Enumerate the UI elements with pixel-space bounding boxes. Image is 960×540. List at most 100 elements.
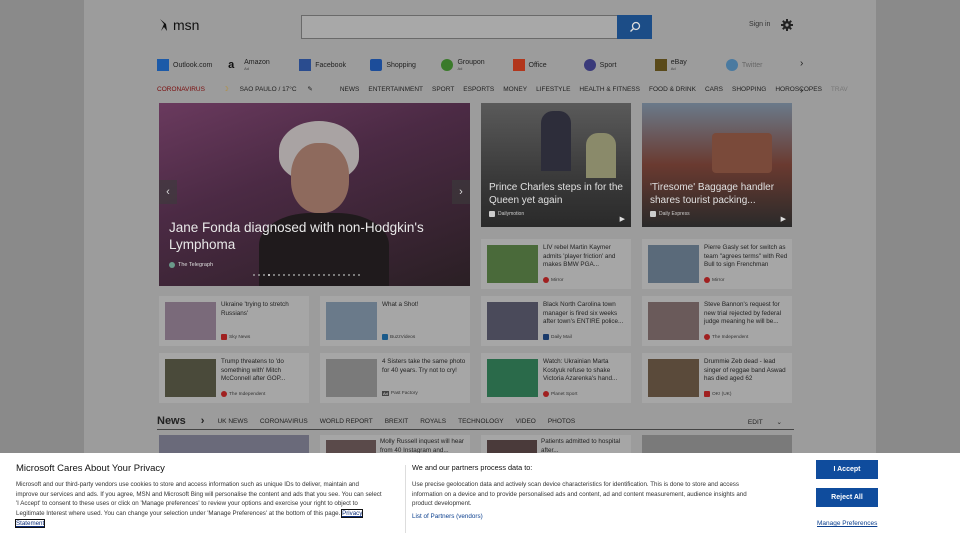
news-tab-video[interactable]: VIDEO: [516, 418, 536, 425]
settings-button[interactable]: [781, 18, 793, 36]
story-card[interactable]: Steve Bannon's request for new trial rej…: [642, 296, 792, 346]
quicklink-facebook[interactable]: Facebook: [299, 56, 370, 74]
quicklinks-next-arrow[interactable]: ›: [800, 58, 803, 69]
quicklink-office[interactable]: Office: [512, 56, 584, 74]
story-card[interactable]: Drummie Zeb dead - lead singer of reggae…: [642, 353, 792, 403]
carousel-dot-active[interactable]: [268, 274, 270, 276]
news-tab-photos[interactable]: PHOTOS: [548, 418, 575, 425]
quicklink-amazon[interactable]: a Amazon Ad: [228, 56, 299, 74]
reject-all-button[interactable]: Reject All: [816, 488, 878, 507]
carousel-dot[interactable]: [313, 274, 315, 276]
amazon-icon: a: [228, 59, 235, 71]
news-tab-world-report[interactable]: WORLD REPORT: [320, 418, 373, 425]
carousel-dot[interactable]: [288, 274, 290, 276]
carousel-dot[interactable]: [353, 274, 355, 276]
weather-text: SAO PAULO / 17°C: [239, 86, 297, 93]
news-tab-royals[interactable]: ROYALS: [420, 418, 446, 425]
nav-food-drink[interactable]: FOOD & DRINK: [649, 86, 696, 93]
news-tab-brexit[interactable]: BREXIT: [385, 418, 408, 425]
carousel-dot[interactable]: [343, 274, 345, 276]
news-story-card[interactable]: Patients admitted to hospital after...: [481, 435, 631, 455]
source-name: The Telegraph: [178, 262, 214, 268]
nav-lifestyle[interactable]: LIFESTYLE: [536, 86, 570, 93]
nav-sport[interactable]: SPORT: [432, 86, 454, 93]
search-button[interactable]: [617, 15, 652, 39]
nav-health-fitness[interactable]: HEALTH & FITNESS: [579, 86, 640, 93]
data-processing-text: Use precise geolocation data and activel…: [412, 481, 747, 508]
source-name: Daily Express: [659, 211, 690, 217]
quicklink-shopping[interactable]: Shopping: [370, 56, 441, 74]
carousel-dot[interactable]: [308, 274, 310, 276]
quicklink-ebay[interactable]: eBay Ad: [654, 56, 726, 74]
story-card[interactable]: LIV rebel Martin Kaymer admits 'player f…: [481, 239, 631, 289]
news-story-card[interactable]: Molly Russell inquest will hear from 40 …: [320, 435, 470, 455]
story-image-figure: [586, 133, 616, 178]
nav-travel[interactable]: TRAV: [831, 86, 848, 93]
weather-widget[interactable]: ☽ SAO PAULO / 17°C ✎: [223, 85, 322, 93]
carousel-dot[interactable]: [358, 274, 360, 276]
quicklink-sport[interactable]: Sport: [583, 56, 655, 74]
story-card[interactable]: Watch: Ukrainian Marta Kostyuk refuse to…: [481, 353, 631, 403]
carousel-dot[interactable]: [303, 274, 305, 276]
nav-horoscopes[interactable]: HOROSCOPES: [775, 86, 822, 93]
carousel-dot[interactable]: [333, 274, 335, 276]
planet-sport-icon: [543, 391, 549, 397]
news-heading[interactable]: News ›: [157, 415, 204, 427]
carousel-dot[interactable]: [293, 274, 295, 276]
sign-in-link[interactable]: Sign in: [749, 21, 770, 28]
story-card[interactable]: Black North Carolina town manager is fir…: [481, 296, 631, 346]
carousel-dot[interactable]: [253, 274, 255, 276]
carousel-next-button[interactable]: ›: [452, 180, 470, 204]
story-card[interactable]: Trump threatens to 'do something with' M…: [159, 353, 309, 403]
search-input[interactable]: [301, 15, 652, 39]
story-baggage-handler[interactable]: 'Tiresome' Baggage handler shares touris…: [642, 103, 792, 227]
quicklink-groupon[interactable]: Groupon Ad: [441, 56, 512, 74]
carousel-dot[interactable]: [318, 274, 320, 276]
hero-headline[interactable]: Jane Fonda diagnosed with non-Hodgkin's …: [169, 219, 459, 253]
carousel-dot[interactable]: [323, 274, 325, 276]
nav-next-arrow[interactable]: ›: [800, 85, 803, 96]
carousel-dot[interactable]: [298, 274, 300, 276]
mirror-icon: [543, 277, 549, 283]
carousel-dot[interactable]: [273, 274, 275, 276]
accept-button[interactable]: I Accept: [816, 460, 878, 479]
source-name: The Independent: [712, 334, 749, 340]
story-card[interactable]: What a Shot! BuzzVideos: [320, 296, 470, 346]
quicklink-outlook[interactable]: Outlook.com: [157, 56, 228, 74]
news-tab-coronavirus[interactable]: CORONAVIRUS: [260, 418, 308, 425]
nav-shopping[interactable]: SHOPPING: [732, 86, 766, 93]
list-of-partners-link[interactable]: List of Partners (vendors): [412, 513, 483, 520]
nav-coronavirus[interactable]: CORONAVIRUS: [157, 86, 205, 93]
privacy-consent-banner: Microsoft Cares About Your Privacy Micro…: [0, 453, 960, 540]
news-tab-technology[interactable]: TECHNOLOGY: [458, 418, 504, 425]
hero-story[interactable]: ‹ › Jane Fonda diagnosed with non-Hodgki…: [159, 103, 470, 286]
news-story-image[interactable]: [159, 435, 309, 455]
quicklink-twitter[interactable]: Twitter: [725, 56, 797, 74]
edit-section-button[interactable]: EDIT ⌄: [748, 418, 782, 426]
nav-esports[interactable]: ESPORTS: [463, 86, 494, 93]
carousel-dot[interactable]: [283, 274, 285, 276]
carousel-dot[interactable]: [278, 274, 280, 276]
carousel-dot[interactable]: [258, 274, 260, 276]
story-card[interactable]: Ukraine 'trying to stretch Russians' Sky…: [159, 296, 309, 346]
nav-entertainment[interactable]: ENTERTAINMENT: [368, 86, 423, 93]
nav-cars[interactable]: CARS: [705, 86, 723, 93]
manage-preferences-link[interactable]: Manage Preferences: [817, 520, 877, 527]
story-prince-charles[interactable]: Prince Charles steps in for the Queen ye…: [481, 103, 631, 227]
msn-logo[interactable]: msn: [158, 17, 199, 33]
carousel-dot[interactable]: [338, 274, 340, 276]
story-thumbnail: [648, 359, 699, 397]
source-name: Mirror: [712, 277, 725, 283]
story-card[interactable]: 4 Sisters take the same photo for 40 yea…: [320, 353, 470, 403]
nav-news[interactable]: NEWS: [340, 86, 360, 93]
carousel-dot[interactable]: [328, 274, 330, 276]
news-tab-uk-news[interactable]: UK NEWS: [217, 418, 247, 425]
news-story-image[interactable]: [642, 435, 792, 455]
daily-express-icon: [650, 211, 656, 217]
carousel-prev-button[interactable]: ‹: [159, 180, 177, 204]
daily-mail-icon: [543, 334, 549, 340]
nav-money[interactable]: MONEY: [503, 86, 527, 93]
story-card[interactable]: Pierre Gasly set for switch as team "agr…: [642, 239, 792, 289]
carousel-dot[interactable]: [263, 274, 265, 276]
carousel-dot[interactable]: [348, 274, 350, 276]
